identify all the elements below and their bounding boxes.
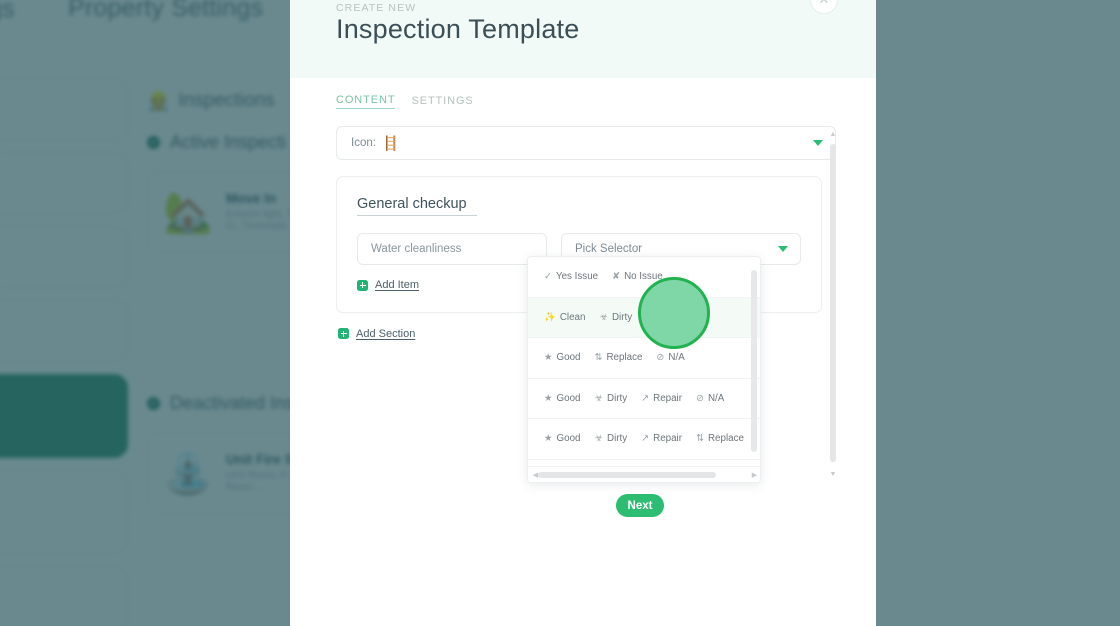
item-name-input[interactable] (357, 233, 547, 265)
chevron-down-icon (778, 246, 788, 252)
dropdown-choice-label: N/A (707, 392, 725, 404)
dropdown-choice: ★ Good (544, 393, 581, 404)
dropdown-choice-label: Good (556, 392, 581, 404)
dropdown-choice: ↗ Repair (641, 433, 682, 444)
dropdown-choice-label: Yes Issue (555, 271, 599, 283)
dropdown-choice: ☣ Dirty (595, 433, 628, 444)
biohazard-icon: ☣ (599, 311, 608, 323)
modal-scroll-thumb[interactable] (830, 144, 836, 462)
dropdown-choice: ✘ No Issue (612, 271, 663, 282)
dropdown-choice-label: Dirty (607, 433, 628, 445)
star-icon: ★ (544, 352, 553, 363)
cross-icon: ✘ (612, 271, 621, 282)
add-item-button[interactable]: Add Item (357, 279, 419, 291)
dropdown-choice-label: Repair (653, 433, 683, 445)
dropdown-choice-label: Replace (606, 352, 643, 364)
dropdown-choice-label: Clean (559, 311, 586, 323)
dropdown-option[interactable]: ★ Good ☣ Dirty ↗ Repair ⊘ N/A (528, 379, 760, 419)
no-entry-icon: ⊘ (696, 392, 704, 404)
selector-dropdown-menu: ✓ Yes Issue ✘ No Issue ✨ Clean ☣ Dirty ★… (527, 256, 761, 483)
dropdown-choice: ⊘ N/A (696, 393, 724, 404)
star-icon: ★ (544, 392, 553, 404)
biohazard-icon: ☣ (594, 392, 604, 404)
pool-ladder-icon: 🪜 (381, 135, 400, 151)
scroll-down-icon[interactable]: ▼ (829, 470, 837, 478)
dropdown-choice-label: Dirty (607, 392, 628, 404)
modal-title: Inspection Template (336, 14, 580, 44)
dropdown-vertical-scrollbar[interactable] (750, 261, 758, 461)
dropdown-choice: ☣ Dirty (599, 312, 632, 323)
biohazard-icon: ☣ (594, 433, 604, 444)
wrench-icon: ↗ (641, 433, 650, 444)
tab-content[interactable]: CONTENT (336, 94, 396, 109)
pick-selector-label: Pick Selector (575, 243, 643, 255)
screen-root: ings Property Settings techs y board bad… (0, 0, 1120, 626)
dropdown-choice-label: No Issue (624, 271, 663, 283)
section-title-input[interactable]: General checkup (357, 196, 477, 216)
dropdown-option-list: ✓ Yes Issue ✘ No Issue ✨ Clean ☣ Dirty ★… (528, 257, 760, 467)
dropdown-choice: ✨ Clean (544, 312, 585, 323)
dropdown-choice: ⇅ Replace (696, 433, 744, 444)
dropdown-choice-label: Good (556, 433, 581, 445)
swap-icon: ⇅ (594, 352, 603, 363)
dropdown-choice-label: Dirty (611, 311, 633, 323)
dropdown-choice: ★ Good (544, 352, 581, 363)
plus-icon (357, 279, 368, 291)
sparkle-icon: ✨ (544, 311, 556, 323)
dropdown-choice: ✓ Yes Issue (544, 271, 598, 282)
dropdown-choice: ★ Good (544, 433, 581, 444)
add-section-button[interactable]: Add Section (338, 328, 415, 340)
dropdown-option[interactable]: ★ Good ⇅ Replace ⊘ N/A (528, 338, 760, 379)
dropdown-choice-label: Repair (653, 392, 683, 404)
modal-eyebrow: CREATE NEW (336, 2, 417, 14)
icon-select-field[interactable]: Icon: 🪜 (336, 126, 836, 160)
close-icon[interactable]: ✕ (810, 0, 838, 14)
modal-tabs: CONTENT SETTINGS (336, 78, 830, 109)
dropdown-option[interactable]: ✨ Clean ☣ Dirty (528, 297, 760, 338)
tab-settings[interactable]: SETTINGS (411, 95, 473, 109)
modal-header: CREATE NEW Inspection Template ✕ (290, 0, 876, 78)
dropdown-option[interactable]: ★ Good ☣ Dirty ↗ Repair ⇅ Replace (528, 419, 760, 460)
no-entry-icon: ⊘ (656, 352, 665, 363)
dropdown-horizontal-scrollbar[interactable]: ◀ ▶ (528, 466, 760, 482)
scroll-up-icon[interactable]: ▲ (829, 130, 837, 138)
dropdown-vertical-thumb[interactable] (751, 270, 757, 452)
add-section-label: Add Section (356, 327, 416, 340)
dropdown-choice: ⊘ N/A (656, 352, 684, 363)
wrench-icon: ↗ (641, 392, 650, 404)
add-item-label: Add Item (375, 279, 420, 291)
dropdown-choice: ⇅ Replace (595, 352, 643, 363)
dropdown-choice: ☣ Dirty (595, 393, 628, 404)
icon-select-label: Icon: (351, 137, 376, 149)
check-icon: ✓ (544, 271, 552, 282)
modal-scrollbar[interactable]: ▲ ▼ (829, 130, 837, 478)
dropdown-choice: ↗ Repair (641, 393, 682, 404)
dropdown-horizontal-thumb[interactable] (538, 472, 716, 478)
next-button[interactable]: Next (616, 494, 664, 517)
plus-icon (338, 328, 349, 339)
dropdown-choice-label: Good (556, 352, 581, 364)
dropdown-choice-label: N/A (668, 352, 685, 364)
dropdown-option[interactable]: ✓ Yes Issue ✘ No Issue (528, 257, 760, 298)
scroll-right-icon[interactable]: ▶ (750, 470, 759, 479)
swap-icon: ⇅ (696, 433, 704, 444)
dropdown-choice-label: Replace (707, 433, 744, 445)
chevron-down-icon (813, 140, 823, 146)
star-icon: ★ (544, 433, 553, 444)
